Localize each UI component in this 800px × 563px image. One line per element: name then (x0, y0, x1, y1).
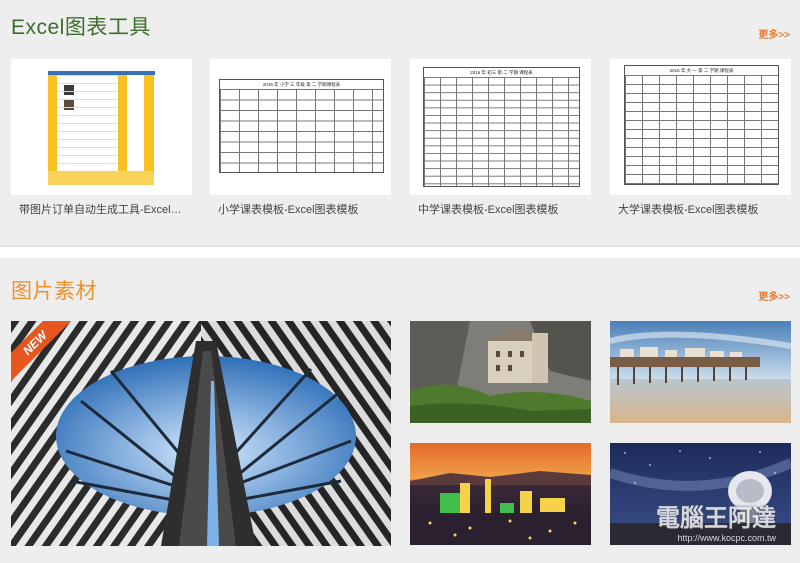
template-thumbnail[interactable] (11, 59, 192, 195)
sheet-title: 2016 年 大 一 第 二 学期 课程表 (669, 68, 734, 73)
template-card-primary-schedule[interactable]: 2016 年 小学 三 年级 第 二 学期课程表 小学课表模板-Excel图表模… (210, 59, 391, 217)
sheet-title: 2016 年 小学 三 年级 第 二 学期课程表 (262, 82, 341, 87)
template-caption[interactable]: 带图片订单自动生成工具-Excel图… (11, 201, 192, 217)
template-thumbnail[interactable]: 2016 年 初三 第 二 学期 课程表 (410, 59, 591, 195)
schedule-sheet-preview: 2016 年 小学 三 年级 第 二 学期课程表 (219, 79, 384, 173)
sheet-title: 2016 年 初三 第 二 学期 课程表 (470, 70, 533, 75)
excel-more-link[interactable]: 更多>> (758, 26, 790, 41)
order-sheet-preview (48, 63, 155, 191)
watermark-url: http://www.kocpc.com.tw (677, 533, 776, 543)
image-section-title: 图片素材 (11, 280, 97, 303)
image-more-link[interactable]: 更多>> (758, 288, 790, 303)
photo-pier[interactable] (610, 321, 791, 423)
template-card-order-tool[interactable]: 带图片订单自动生成工具-Excel图… (11, 59, 192, 217)
template-card-middle-schedule[interactable]: 2016 年 初三 第 二 学期 课程表 中学课表模板-Excel图表模板 (410, 59, 591, 217)
template-thumbnail[interactable]: 2016 年 小学 三 年级 第 二 学期课程表 (210, 59, 391, 195)
schedule-sheet-preview: 2016 年 大 一 第 二 学期 课程表 (624, 65, 779, 185)
template-caption[interactable]: 大学课表模板-Excel图表模板 (610, 201, 791, 217)
template-card-university-schedule[interactable]: 2016 年 大 一 第 二 学期 课程表 大学课表模板-Excel图表模板 (610, 59, 791, 217)
section-divider (0, 247, 800, 258)
photo-city-night[interactable] (410, 443, 591, 545)
template-caption[interactable]: 中学课表模板-Excel图表模板 (410, 201, 591, 217)
photo-architecture[interactable]: NEW (11, 321, 391, 546)
photo-castle[interactable] (410, 321, 591, 423)
excel-tools-section: Excel图表工具 更多>> 带图片订单自动生成工具-Excel图… 2016 … (0, 0, 800, 247)
excel-section-title: Excel图表工具 (11, 16, 151, 39)
template-caption[interactable]: 小学课表模板-Excel图表模板 (210, 201, 391, 217)
watermark-site: 電腦王阿達 (656, 505, 776, 532)
schedule-sheet-preview: 2016 年 初三 第 二 学期 课程表 (423, 67, 580, 187)
template-thumbnail[interactable]: 2016 年 大 一 第 二 学期 课程表 (610, 59, 791, 195)
watermark: 電腦王阿達 http://www.kocpc.com.tw (656, 498, 776, 543)
